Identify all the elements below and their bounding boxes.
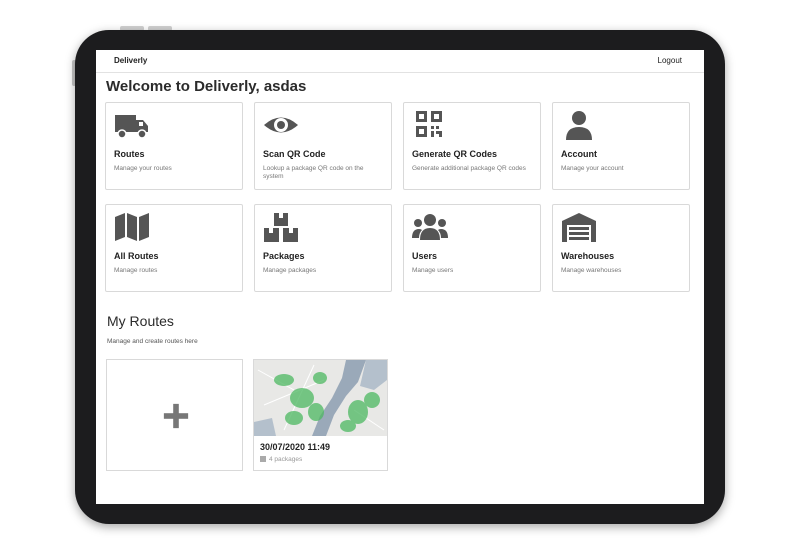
user-icon bbox=[561, 109, 597, 141]
truck-icon bbox=[114, 109, 150, 141]
page-title: Welcome to Deliverly, asdas bbox=[106, 78, 307, 95]
card-title: Generate QR Codes bbox=[412, 149, 498, 159]
box-icon bbox=[260, 456, 266, 462]
my-routes-subtitle: Manage and create routes here bbox=[107, 338, 198, 345]
card-title: Routes bbox=[114, 149, 145, 159]
card-title: Warehouses bbox=[561, 251, 615, 261]
card-title: All Routes bbox=[114, 251, 159, 261]
card-description: Manage packages bbox=[263, 267, 317, 274]
brand-logo[interactable]: Deliverly bbox=[114, 56, 147, 65]
card-description: Manage routes bbox=[114, 267, 158, 274]
map-icon bbox=[114, 211, 150, 243]
card-description: Generate additional package QR codes bbox=[412, 165, 526, 172]
card-description: Manage warehouses bbox=[561, 267, 622, 274]
warehouses-card[interactable]: Warehouses Manage warehouses bbox=[552, 204, 690, 292]
add-route-button[interactable] bbox=[106, 359, 243, 471]
app-screen: Deliverly Logout Welcome to Deliverly, a… bbox=[96, 50, 704, 504]
card-description: Manage your account bbox=[561, 165, 624, 172]
packages-card[interactable]: Packages Manage packages bbox=[254, 204, 392, 292]
plus-icon bbox=[163, 403, 189, 429]
routes-card[interactable]: Routes Manage your routes bbox=[105, 102, 243, 190]
account-card[interactable]: Account Manage your account bbox=[552, 102, 690, 190]
route-card[interactable]: 30/07/2020 11:49 4 packages bbox=[253, 359, 388, 471]
generate-qr-card[interactable]: Generate QR Codes Generate additional pa… bbox=[403, 102, 541, 190]
card-title: Scan QR Code bbox=[263, 149, 326, 159]
route-package-count: 4 packages bbox=[260, 456, 302, 463]
qr-code-icon bbox=[412, 109, 448, 141]
scan-qr-card[interactable]: Scan QR Code Lookup a package QR code on… bbox=[254, 102, 392, 190]
users-card[interactable]: Users Manage users bbox=[403, 204, 541, 292]
route-date: 30/07/2020 11:49 bbox=[260, 442, 331, 452]
card-description: Lookup a package QR code on the system bbox=[263, 165, 364, 180]
card-title: Account bbox=[561, 149, 597, 159]
top-navbar: Deliverly Logout bbox=[96, 50, 704, 73]
users-icon bbox=[412, 211, 448, 243]
eye-icon bbox=[263, 109, 299, 141]
card-description: Manage users bbox=[412, 267, 454, 274]
route-package-label: 4 packages bbox=[269, 456, 303, 463]
warehouse-icon bbox=[561, 211, 597, 243]
card-title: Packages bbox=[263, 251, 305, 261]
logout-link[interactable]: Logout bbox=[658, 56, 682, 65]
all-routes-card[interactable]: All Routes Manage routes bbox=[105, 204, 243, 292]
route-map-thumbnail bbox=[254, 360, 387, 436]
boxes-icon bbox=[263, 211, 299, 243]
card-title: Users bbox=[412, 251, 438, 261]
my-routes-title: My Routes bbox=[107, 313, 174, 329]
card-description: Manage your routes bbox=[114, 165, 172, 172]
